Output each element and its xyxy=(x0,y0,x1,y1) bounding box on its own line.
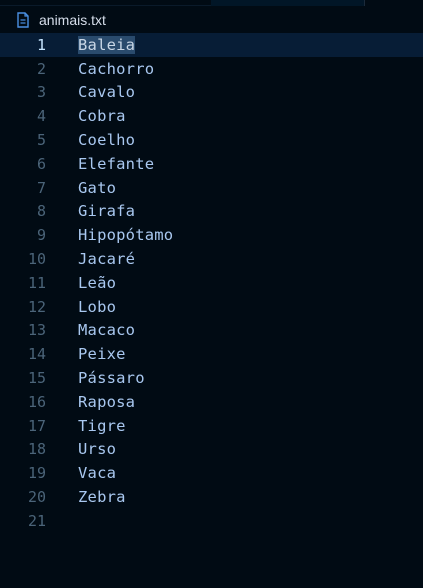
editor-line[interactable]: 20 Zebra xyxy=(0,485,423,509)
line-text[interactable]: Jacaré xyxy=(78,250,135,268)
line-text[interactable]: Zebra xyxy=(78,488,126,506)
line-number: 13 xyxy=(27,321,46,340)
editor-line[interactable]: 17 Tigre xyxy=(0,414,423,438)
line-number: 7 xyxy=(36,178,46,197)
editor-line[interactable]: 8 Girafa xyxy=(0,200,423,224)
editor-line[interactable]: 21 xyxy=(0,509,423,533)
line-text[interactable]: Girafa xyxy=(78,202,135,220)
editor-line[interactable]: 14 Peixe xyxy=(0,342,423,366)
line-text[interactable]: Hipopótamo xyxy=(78,226,173,244)
line-text[interactable]: Leão xyxy=(78,274,116,292)
line-number: 12 xyxy=(27,297,46,316)
line-text[interactable]: Cobra xyxy=(78,107,126,125)
line-number: 4 xyxy=(36,107,46,126)
line-text[interactable]: Peixe xyxy=(78,345,126,363)
line-text[interactable]: Macaco xyxy=(78,321,135,339)
editor-line[interactable]: 19 Vaca xyxy=(0,461,423,485)
line-text[interactable]: Urso xyxy=(78,440,116,458)
line-number: 10 xyxy=(27,250,46,269)
line-text[interactable]: Coelho xyxy=(78,131,135,149)
selected-text[interactable]: Baleia xyxy=(78,35,136,54)
editor-line[interactable]: 15 Pássaro xyxy=(0,366,423,390)
editor-line[interactable]: 3 Cavalo xyxy=(0,81,423,105)
line-number: 2 xyxy=(36,59,46,78)
line-number: 20 xyxy=(27,488,46,507)
line-text[interactable]: Tigre xyxy=(78,417,126,435)
editor-line[interactable]: 16 Raposa xyxy=(0,390,423,414)
line-number: 14 xyxy=(27,345,46,364)
editor-line[interactable]: 12 Lobo xyxy=(0,295,423,319)
line-text[interactable]: Vaca xyxy=(78,464,116,482)
line-number: 9 xyxy=(36,226,46,245)
line-number: 5 xyxy=(36,131,46,150)
line-number: 21 xyxy=(27,511,46,530)
breadcrumb-file-name[interactable]: animais.txt xyxy=(39,12,106,28)
editor-line[interactable]: 18 Urso xyxy=(0,438,423,462)
line-text[interactable]: Elefante xyxy=(78,155,154,173)
editor-line[interactable]: 2 Cachorro xyxy=(0,57,423,81)
line-text[interactable]: Pássaro xyxy=(78,369,145,387)
editor-line[interactable]: 11 Leão xyxy=(0,271,423,295)
line-text[interactable]: Cachorro xyxy=(78,60,154,78)
line-text[interactable]: Baleia xyxy=(78,35,136,54)
editor-line[interactable]: 1 Baleia xyxy=(0,33,423,57)
editor-line[interactable]: 5 Coelho xyxy=(0,128,423,152)
line-number: 11 xyxy=(27,273,46,292)
line-number: 15 xyxy=(27,369,46,388)
line-number: 18 xyxy=(27,440,46,459)
editor-line[interactable]: 7 Gato xyxy=(0,176,423,200)
line-number: 8 xyxy=(36,202,46,221)
line-text[interactable]: Lobo xyxy=(78,298,116,316)
editor-line[interactable]: 6 Elefante xyxy=(0,152,423,176)
line-text[interactable]: Raposa xyxy=(78,393,135,411)
line-number: 3 xyxy=(36,83,46,102)
line-number: 6 xyxy=(36,154,46,173)
editor-line[interactable]: 9 Hipopótamo xyxy=(0,223,423,247)
line-number: 16 xyxy=(27,392,46,411)
breadcrumb: animais.txt xyxy=(0,6,423,33)
file-text-icon xyxy=(16,11,30,28)
editor-line[interactable]: 10 Jacaré xyxy=(0,247,423,271)
editor-line[interactable]: 13 Macaco xyxy=(0,319,423,343)
line-number: 19 xyxy=(27,464,46,483)
line-number: 17 xyxy=(27,416,46,435)
line-text[interactable]: Gato xyxy=(78,179,116,197)
line-text[interactable]: Cavalo xyxy=(78,83,135,101)
line-number: 1 xyxy=(36,35,46,54)
editor-line[interactable]: 4 Cobra xyxy=(0,104,423,128)
text-editor[interactable]: 1 Baleia 2 Cachorro 3 Cavalo 4 Cobra 5 Coelho 6 Ele… xyxy=(0,33,423,588)
